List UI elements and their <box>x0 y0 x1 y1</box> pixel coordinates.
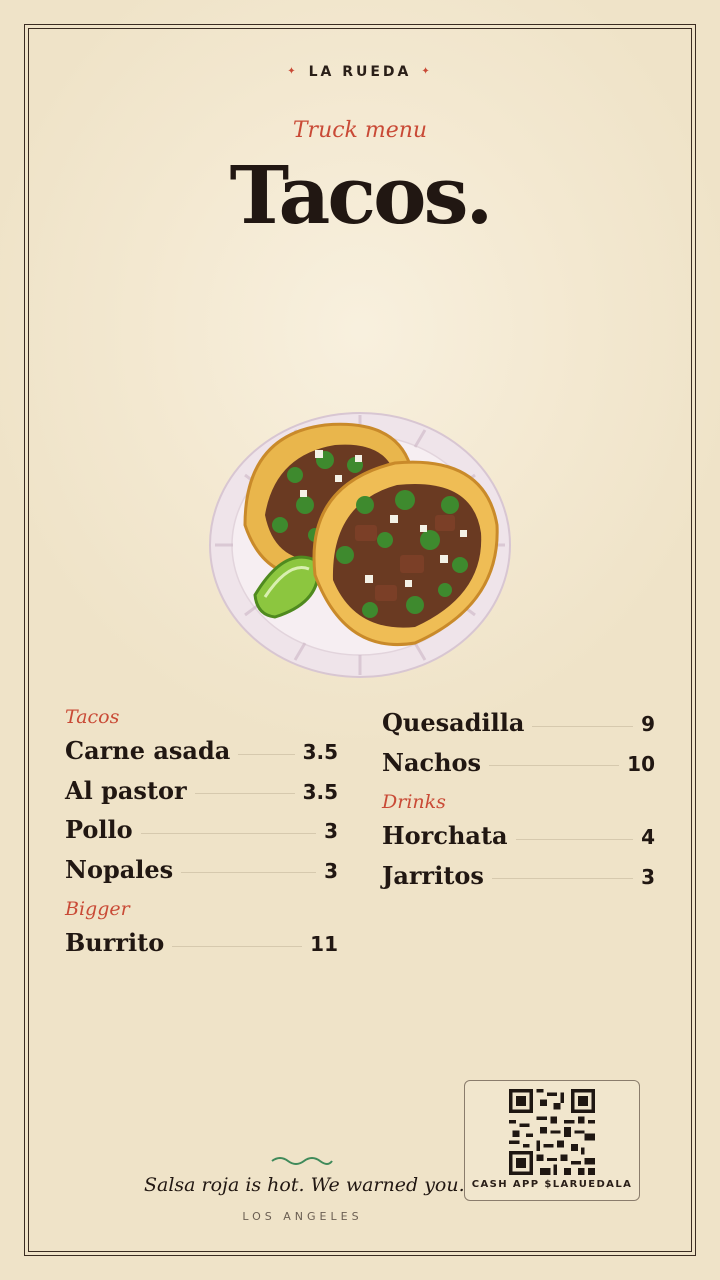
menu-item-name: Burrito <box>65 928 165 957</box>
menu-item: Horchata 4 <box>382 816 655 856</box>
menu-item-name: Jarritos <box>382 860 484 890</box>
menu-item: Quesadilla 9 <box>382 703 655 743</box>
menu-item-price: 11 <box>310 932 338 956</box>
brand-label: LA RUEDA <box>308 64 412 80</box>
menu-item: Pollo 3 <box>65 810 338 850</box>
section-title-bigger: Bigger <box>65 898 130 920</box>
payment-qr-card[interactable]: CASH APP $LARUEDALA <box>464 1080 640 1201</box>
menu-column-right: Quesadilla 9 Nachos 10 Drinks Horchata 4 Ja… <box>382 703 655 895</box>
menu-item-price: 3 <box>324 858 338 883</box>
leader-line <box>491 877 634 880</box>
menu-item: Al pastor 3.5 <box>65 771 338 811</box>
menu-item: Nopales 3 <box>65 850 338 890</box>
menu-column-left: Tacos Carne asada 3.5 Al pastor 3.5 Pollo 3… <box>65 703 338 963</box>
menu-item: Nachos 10 <box>382 743 655 783</box>
menu-item-price: 3 <box>324 819 338 843</box>
menu-subtitle: Truck menu <box>292 118 428 143</box>
menu-item-price: 3.5 <box>302 779 338 804</box>
leader-line <box>238 753 295 755</box>
menu-item-price: 3 <box>641 864 655 889</box>
leader-line <box>489 764 620 767</box>
menu-item-price: 9 <box>641 712 655 736</box>
menu-item-name: Quesadilla <box>382 708 525 737</box>
menu-item-name: Carne asada <box>65 736 231 765</box>
section-title-drinks: Drinks <box>382 791 446 813</box>
qr-code-icon[interactable] <box>509 1089 595 1175</box>
star-icon: ✦ <box>421 66 433 77</box>
menu-item-name: Nopales <box>65 854 174 884</box>
wave-divider-icon <box>271 1157 333 1165</box>
menu-item-price: 10 <box>627 751 655 776</box>
menu-item-name: Nachos <box>382 747 482 777</box>
menu-item-name: Pollo <box>65 815 133 844</box>
city-label: LOS ANGELES <box>242 1210 363 1223</box>
leader-line <box>194 792 295 795</box>
menu-item-name: Horchata <box>382 821 508 850</box>
leader-line <box>532 725 634 727</box>
tagline: Salsa roja is hot. We warned you. <box>144 1174 465 1196</box>
payment-label: CASH APP $LARUEDALA <box>471 1179 633 1190</box>
section-title-tacos: Tacos <box>65 706 120 728</box>
menu-item: Burrito 11 <box>65 923 338 963</box>
menu-item: Carne asada 3.5 <box>65 731 338 771</box>
menu-item-price: 4 <box>641 825 655 849</box>
menu-item-price: 3.5 <box>302 740 338 764</box>
tacos-plate-illustration <box>209 412 511 678</box>
leader-line <box>140 832 317 834</box>
leader-line <box>515 838 634 840</box>
menu-item: Jarritos 3 <box>382 856 655 896</box>
brand-name: ✦ LA RUEDA ✦ <box>0 64 720 80</box>
leader-line <box>172 945 303 947</box>
menu-item-name: Al pastor <box>65 775 187 805</box>
leader-line <box>181 871 317 874</box>
page-title: Tacos. <box>229 148 494 242</box>
star-icon: ✦ <box>287 66 299 77</box>
